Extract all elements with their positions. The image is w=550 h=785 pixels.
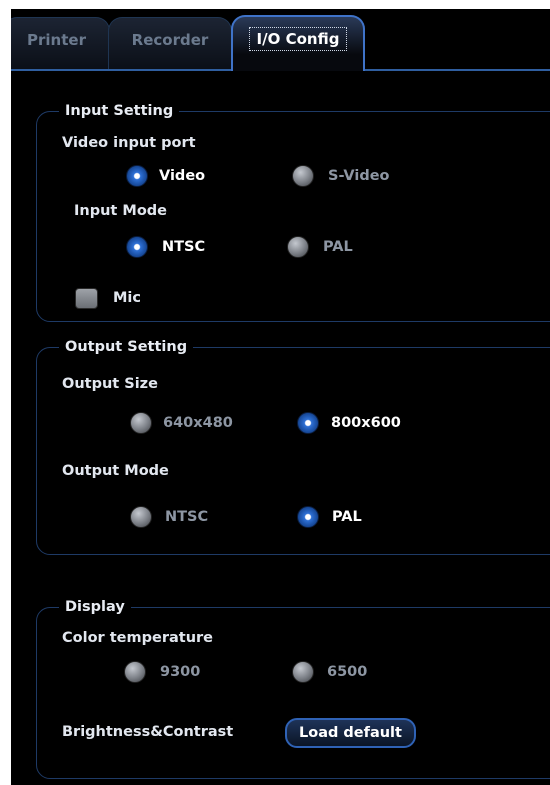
input-mode-pal-radio[interactable] xyxy=(287,236,309,258)
tab-recorder[interactable]: Recorder xyxy=(108,17,232,69)
video-input-port-label: Video input port xyxy=(62,135,196,151)
output-mode-label: Output Mode xyxy=(62,463,169,479)
temp-9300-radio[interactable] xyxy=(124,661,146,683)
input-mode-ntsc-radio[interactable] xyxy=(126,236,148,258)
load-default-button[interactable]: Load default xyxy=(285,718,416,748)
mic-label[interactable]: Mic xyxy=(113,289,141,307)
size-640x480-label[interactable]: 640x480 xyxy=(163,412,233,434)
size-640x480-radio[interactable] xyxy=(130,412,152,434)
s-video-radio[interactable] xyxy=(292,165,314,187)
mic-checkbox[interactable] xyxy=(75,288,98,309)
input-mode-ntsc-label[interactable]: NTSC xyxy=(162,236,205,258)
input-setting-legend: Input Setting xyxy=(59,101,180,121)
tab-io-config[interactable]: I/O Config xyxy=(231,15,365,71)
input-mode-label: Input Mode xyxy=(74,203,168,219)
tab-io-config-label: I/O Config xyxy=(248,27,348,51)
output-size-label: Output Size xyxy=(62,376,158,392)
temp-9300-label[interactable]: 9300 xyxy=(160,661,200,683)
display-legend: Display xyxy=(59,597,131,617)
tab-recorder-label: Recorder xyxy=(131,31,209,49)
output-mode-ntsc-radio[interactable] xyxy=(130,506,152,528)
output-mode-pal-radio[interactable] xyxy=(297,506,319,528)
io-config-panel: Printer Recorder I/O Config Input Settin… xyxy=(11,9,550,785)
s-video-option-label[interactable]: S-Video xyxy=(328,165,390,187)
tab-printer[interactable]: Printer xyxy=(11,17,110,69)
temp-6500-radio[interactable] xyxy=(292,661,314,683)
size-800x600-label[interactable]: 800x600 xyxy=(331,412,401,434)
video-radio[interactable] xyxy=(126,165,148,187)
tab-printer-label: Printer xyxy=(27,31,86,49)
video-option-label[interactable]: Video xyxy=(159,165,205,187)
brightness-contrast-label: Brightness&Contrast xyxy=(62,724,234,740)
input-mode-pal-label[interactable]: PAL xyxy=(323,236,353,258)
size-800x600-radio[interactable] xyxy=(297,412,319,434)
temp-6500-label[interactable]: 6500 xyxy=(327,661,367,683)
output-setting-legend: Output Setting xyxy=(59,337,194,357)
color-temperature-label: Color temperature xyxy=(62,630,213,646)
output-mode-pal-label[interactable]: PAL xyxy=(332,506,362,528)
output-mode-ntsc-label[interactable]: NTSC xyxy=(165,506,208,528)
